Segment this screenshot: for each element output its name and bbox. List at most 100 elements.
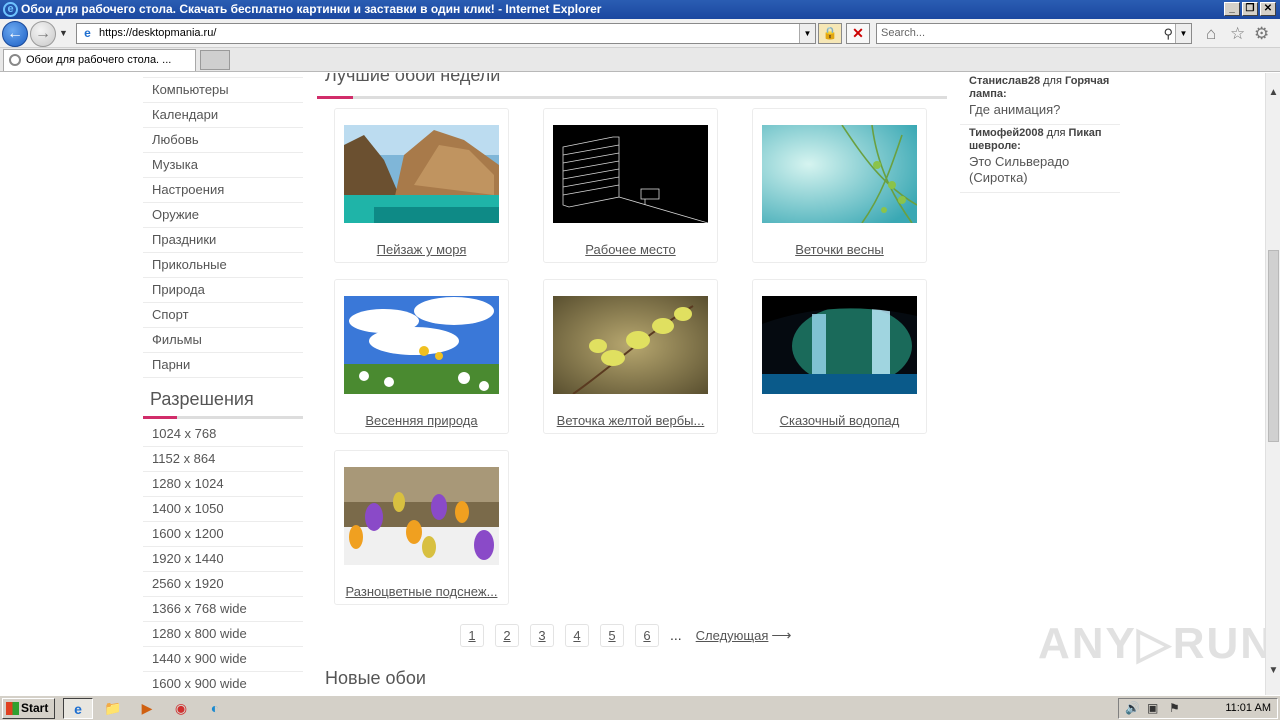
address-dropdown-icon[interactable]: ▼ (799, 24, 815, 43)
maximize-button[interactable]: ❐ (1242, 2, 1258, 16)
home-icon[interactable]: ⌂ (1206, 24, 1216, 44)
start-button[interactable]: Start (2, 698, 55, 719)
category-item[interactable]: Компьютеры (143, 78, 303, 103)
next-arrow-icon[interactable]: ⟶ (771, 627, 791, 644)
volume-icon[interactable]: 🔊 (1125, 701, 1140, 715)
wallpaper-thumbnail[interactable] (762, 296, 917, 394)
forward-button[interactable]: → (30, 21, 56, 47)
wallpaper-thumbnail[interactable] (553, 296, 708, 394)
gear-icon[interactable]: ⚙ (1254, 24, 1269, 44)
comment-user[interactable]: Тимофей2008 (969, 127, 1044, 139)
wallpaper-caption[interactable]: Сказочный водопад (753, 413, 926, 428)
page-link[interactable]: 5 (600, 623, 624, 647)
search-dropdown-icon[interactable]: ▼ (1175, 24, 1191, 43)
page-link[interactable]: 3 (530, 623, 554, 647)
wallpaper-caption[interactable]: Весенняя природа (335, 413, 508, 428)
wallpaper-thumbnail[interactable] (344, 125, 499, 223)
flag-icon[interactable]: ⚑ (1169, 701, 1180, 715)
wallpaper-card[interactable]: Рабочее место (543, 108, 718, 263)
search-input[interactable]: Search... ⚲ ▼ (876, 23, 1192, 44)
resolution-item[interactable]: 1400 x 1050 (143, 497, 303, 522)
category-item[interactable]: Спорт (143, 303, 303, 328)
clock[interactable]: 11:01 AM (1225, 702, 1271, 714)
category-item[interactable]: Фильмы (143, 328, 303, 353)
resolution-item[interactable]: 1024 x 768 (143, 422, 303, 447)
scrollbar-thumb[interactable] (1268, 250, 1279, 442)
next-page-link[interactable]: Следующая (696, 628, 769, 643)
resolution-item[interactable]: 1600 x 900 wide (143, 672, 303, 695)
resolution-item[interactable]: 1440 x 900 wide (143, 647, 303, 672)
page-link[interactable]: 4 (565, 623, 589, 647)
wallpaper-card[interactable]: Весенняя природа (334, 279, 509, 434)
resolution-item[interactable]: 2560 x 1920 (143, 572, 303, 597)
category-item[interactable]: Музыка (143, 153, 303, 178)
wallpaper-caption[interactable]: Веточки весны (753, 242, 926, 257)
comment-text[interactable]: Где анимация? (969, 102, 1120, 118)
comment-item: Тимофей2008 для Пикап шевроле: Это Сильв… (960, 125, 1120, 193)
media-player-taskbar-icon[interactable]: ▶ (132, 698, 162, 719)
explorer-taskbar-icon[interactable]: 📁 (98, 698, 128, 719)
category-item[interactable]: Природа (143, 278, 303, 303)
edge-taskbar-icon[interactable]: ◐ (200, 698, 230, 719)
category-item[interactable]: Календари (143, 103, 303, 128)
comment-header: Станислав28 для Горячая лампа: (969, 75, 1120, 101)
wallpaper-caption[interactable]: Разноцветные подснеж... (335, 584, 508, 599)
scroll-down-icon[interactable]: ▼ (1266, 663, 1280, 678)
search-icon[interactable]: ⚲ (1163, 24, 1173, 43)
new-tab-button[interactable] (200, 50, 230, 70)
wallpaper-caption[interactable]: Веточка желтой вербы... (544, 413, 717, 428)
tab-active[interactable]: Обои для рабочего стола. ... (3, 49, 196, 71)
wallpaper-caption[interactable]: Пейзаж у моря (335, 242, 508, 257)
close-button[interactable]: ✕ (1260, 2, 1276, 16)
tab-label: Обои для рабочего стола. ... (26, 54, 172, 66)
wallpaper-card[interactable]: Пейзаж у моря (334, 108, 509, 263)
wallpaper-thumbnail[interactable] (762, 125, 917, 223)
category-item[interactable]: Праздники (143, 228, 303, 253)
vertical-scrollbar[interactable]: ▲ ▼ (1265, 73, 1280, 695)
page-link[interactable]: 6 (635, 623, 659, 647)
comment-item: Станислав28 для Горячая лампа: Где анима… (960, 73, 1120, 125)
wallpaper-thumbnail[interactable] (553, 125, 708, 223)
resolution-item[interactable]: 1280 x 800 wide (143, 622, 303, 647)
address-bar[interactable]: e https://desktopmania.ru/ ▼ (76, 23, 816, 44)
resolution-item[interactable]: 1280 x 1024 (143, 472, 303, 497)
start-label: Start (21, 701, 49, 715)
wallpaper-thumbnail[interactable] (344, 467, 499, 565)
windows-logo-icon (6, 702, 19, 715)
wallpaper-card[interactable]: Веточка желтой вербы... (543, 279, 718, 434)
category-list: Компьютеры Календари Любовь Музыка Настр… (143, 73, 303, 378)
category-item[interactable]: Парни (143, 353, 303, 378)
page-viewport: Компьютеры Календари Любовь Музыка Настр… (0, 73, 1265, 695)
resolution-item[interactable]: 1920 x 1440 (143, 547, 303, 572)
category-item[interactable]: Настроения (143, 178, 303, 203)
category-item[interactable]: Любовь (143, 128, 303, 153)
resolution-item[interactable]: 1600 x 1200 (143, 522, 303, 547)
network-icon[interactable]: ▣ (1147, 701, 1158, 715)
minimize-button[interactable]: _ (1224, 2, 1240, 16)
window-title: Обои для рабочего стола. Скачать бесплат… (21, 2, 602, 16)
search-placeholder: Search... (881, 27, 926, 39)
comment-user[interactable]: Станислав28 (969, 75, 1040, 87)
page-link[interactable]: 2 (495, 623, 519, 647)
back-button[interactable]: ← (2, 21, 28, 47)
resolution-item[interactable]: 1152 x 864 (143, 447, 303, 472)
wallpaper-thumbnail[interactable] (344, 296, 499, 394)
resolution-item[interactable]: 1366 x 768 wide (143, 597, 303, 622)
category-item[interactable]: Оружие (143, 203, 303, 228)
wallpaper-card[interactable]: Веточки весны (752, 108, 927, 263)
stop-button[interactable]: ✕ (846, 23, 870, 44)
history-dropdown-icon[interactable]: ▼ (59, 28, 68, 38)
scroll-up-icon[interactable]: ▲ (1266, 85, 1280, 100)
wallpaper-caption[interactable]: Рабочее место (544, 242, 717, 257)
favorites-star-icon[interactable]: ☆ (1230, 24, 1245, 44)
comment-header: Тимофей2008 для Пикап шевроле: (969, 127, 1120, 153)
lock-icon[interactable]: 🔒 (818, 23, 842, 44)
category-item[interactable]: Прикольные (143, 253, 303, 278)
address-url[interactable]: https://desktopmania.ru/ (99, 27, 216, 39)
wallpaper-card[interactable]: Сказочный водопад (752, 279, 927, 434)
ie-taskbar-icon[interactable]: e (63, 698, 93, 719)
comment-text[interactable]: Это Сильверадо (Сиротка) (969, 154, 1120, 186)
chrome-taskbar-icon[interactable]: ◉ (166, 698, 196, 719)
wallpaper-card[interactable]: Разноцветные подснеж... (334, 450, 509, 605)
page-link[interactable]: 1 (460, 623, 484, 647)
